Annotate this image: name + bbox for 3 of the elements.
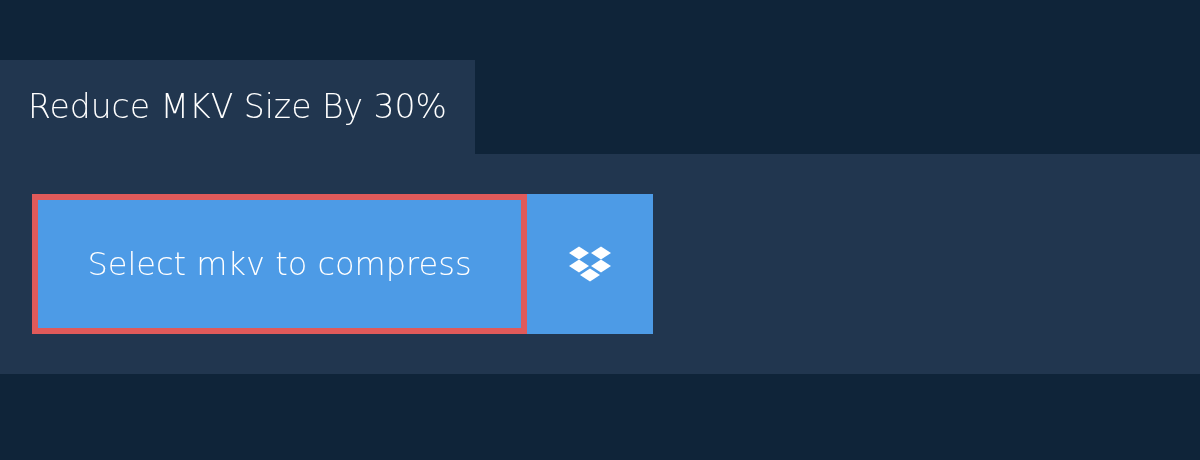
dropbox-icon: [569, 245, 611, 283]
tab[interactable]: Reduce MKV Size By 30%: [0, 60, 475, 154]
dropbox-button[interactable]: [527, 194, 653, 334]
